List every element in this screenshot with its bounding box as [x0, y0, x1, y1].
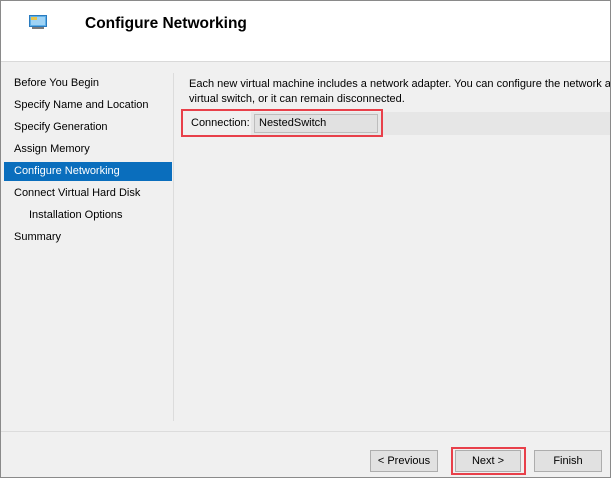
- nav-item-connect-virtual-hard-disk[interactable]: Connect Virtual Hard Disk: [4, 184, 172, 203]
- connection-highlight-box: [181, 109, 383, 137]
- content-area: Each new virtual machine includes a netw…: [189, 77, 610, 106]
- nav-divider: [173, 73, 174, 421]
- previous-button[interactable]: < Previous: [370, 450, 438, 472]
- nav-item-specify-generation[interactable]: Specify Generation: [4, 118, 172, 137]
- next-highlight-box: [451, 447, 526, 475]
- nav-item-specify-name-location[interactable]: Specify Name and Location: [4, 96, 172, 115]
- nav-item-assign-memory[interactable]: Assign Memory: [4, 140, 172, 159]
- page-title: Configure Networking: [85, 15, 247, 32]
- nav-item-installation-options[interactable]: Installation Options: [4, 206, 172, 225]
- network-adapter-icon: [29, 15, 47, 29]
- nav-item-summary[interactable]: Summary: [4, 228, 172, 247]
- nav-item-before-you-begin[interactable]: Before You Begin: [4, 74, 172, 93]
- description-line-1: Each new virtual machine includes a netw…: [189, 78, 611, 90]
- nav-item-configure-networking[interactable]: Configure Networking: [4, 162, 172, 181]
- footer-divider: [1, 431, 610, 432]
- finish-button[interactable]: Finish: [534, 450, 602, 472]
- wizard-header: Configure Networking: [1, 1, 610, 62]
- description-line-2: virtual switch, or it can remain disconn…: [189, 92, 405, 105]
- wizard-window: Configure Networking Before You Begin Sp…: [0, 0, 611, 478]
- wizard-step-list: Before You Begin Specify Name and Locati…: [4, 70, 172, 420]
